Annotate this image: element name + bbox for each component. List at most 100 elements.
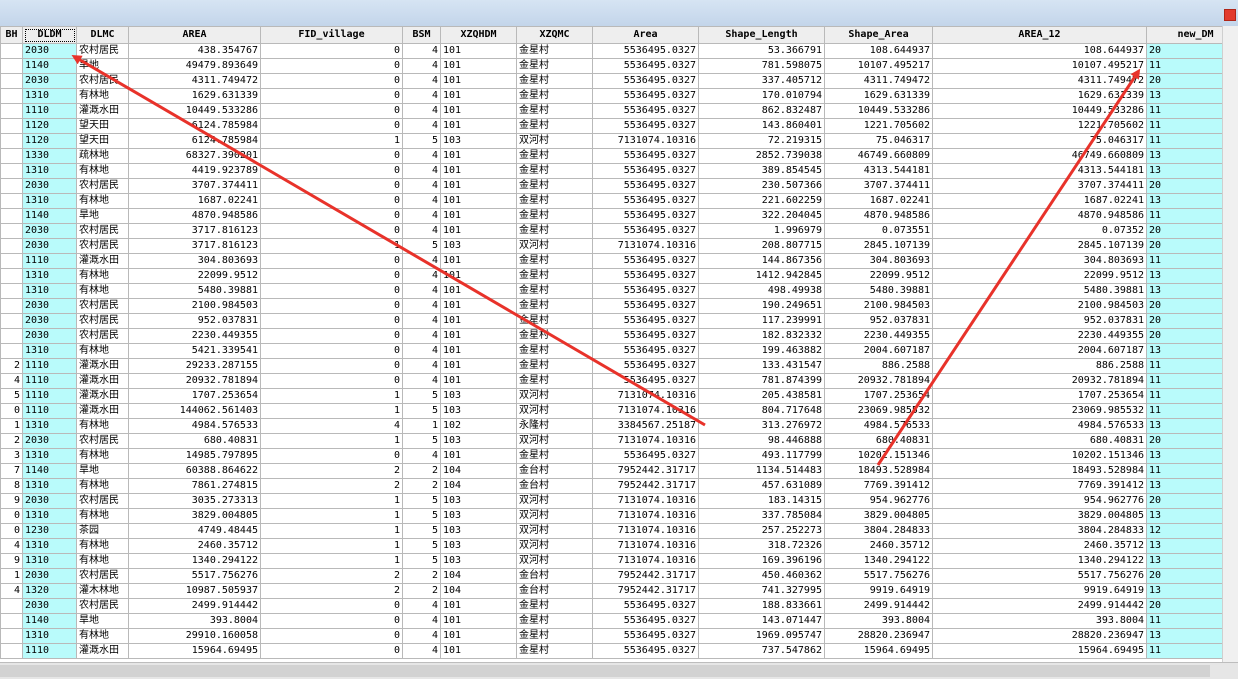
cell-fid-village[interactable]: 2 bbox=[261, 584, 403, 599]
cell-shape-area[interactable]: 4313.544181 bbox=[825, 164, 933, 179]
cell-fid-village[interactable]: 1 bbox=[261, 554, 403, 569]
cell-shape-length[interactable]: 257.252273 bbox=[699, 524, 825, 539]
cell-area-12[interactable]: 1687.02241 bbox=[933, 194, 1147, 209]
cell-dldm[interactable]: 2030 bbox=[23, 329, 77, 344]
cell-xzqhdm[interactable]: 103 bbox=[441, 389, 517, 404]
cell-shape-area[interactable]: 304.803693 bbox=[825, 254, 933, 269]
cell-xzqhdm[interactable]: 101 bbox=[441, 224, 517, 239]
cell-dldm[interactable]: 1110 bbox=[23, 104, 77, 119]
cell-area[interactable]: 5536495.0327 bbox=[593, 344, 699, 359]
cell-xzqhdm[interactable]: 101 bbox=[441, 194, 517, 209]
cell-dldm[interactable]: 1140 bbox=[23, 614, 77, 629]
table-row[interactable]: 01110灌溉水田144062.56140315103双河村7131074.10… bbox=[1, 404, 1238, 419]
cell-fid-village[interactable]: 1 bbox=[261, 239, 403, 254]
cell-xzqmc[interactable]: 金星村 bbox=[517, 299, 593, 314]
cell-bh[interactable]: 4 bbox=[1, 539, 23, 554]
cell-area[interactable]: 5517.756276 bbox=[129, 569, 261, 584]
cell-area[interactable]: 29910.160058 bbox=[129, 629, 261, 644]
cell-bsm[interactable]: 5 bbox=[403, 494, 441, 509]
cell-area[interactable]: 4984.576533 bbox=[129, 419, 261, 434]
cell-shape-length[interactable]: 182.832332 bbox=[699, 329, 825, 344]
column-header-area-12[interactable]: AREA_12 bbox=[933, 27, 1147, 44]
cell-dldm[interactable]: 2030 bbox=[23, 74, 77, 89]
table-row[interactable]: 1310有林地29910.16005804101金星村5536495.03271… bbox=[1, 629, 1238, 644]
cell-shape-area[interactable]: 0.073551 bbox=[825, 224, 933, 239]
cell-xzqhdm[interactable]: 104 bbox=[441, 569, 517, 584]
cell-xzqhdm[interactable]: 101 bbox=[441, 344, 517, 359]
cell-bh[interactable] bbox=[1, 164, 23, 179]
cell-xzqhdm[interactable]: 101 bbox=[441, 359, 517, 374]
cell-area-12[interactable]: 2460.35712 bbox=[933, 539, 1147, 554]
cell-area-12[interactable]: 2499.914442 bbox=[933, 599, 1147, 614]
cell-dlmc[interactable]: 农村居民 bbox=[77, 599, 129, 614]
cell-area-12[interactable]: 1629.631339 bbox=[933, 89, 1147, 104]
cell-dldm[interactable]: 1330 bbox=[23, 149, 77, 164]
cell-xzqhdm[interactable]: 101 bbox=[441, 59, 517, 74]
cell-bsm[interactable]: 5 bbox=[403, 134, 441, 149]
cell-dldm[interactable]: 1310 bbox=[23, 449, 77, 464]
cell-area[interactable]: 7131074.10316 bbox=[593, 524, 699, 539]
column-header-area[interactable]: AREA bbox=[129, 27, 261, 44]
cell-fid-village[interactable]: 2 bbox=[261, 464, 403, 479]
cell-bh[interactable] bbox=[1, 644, 23, 659]
cell-xzqmc[interactable]: 永隆村 bbox=[517, 419, 593, 434]
cell-shape-length[interactable]: 457.631089 bbox=[699, 479, 825, 494]
cell-fid-village[interactable]: 0 bbox=[261, 374, 403, 389]
cell-dlmc[interactable]: 农村居民 bbox=[77, 44, 129, 59]
cell-xzqmc[interactable]: 金星村 bbox=[517, 119, 593, 134]
cell-xzqmc[interactable]: 金星村 bbox=[517, 314, 593, 329]
cell-area-12[interactable]: 2845.107139 bbox=[933, 239, 1147, 254]
cell-area[interactable]: 304.803693 bbox=[129, 254, 261, 269]
cell-dlmc[interactable]: 灌溉水田 bbox=[77, 374, 129, 389]
table-row[interactable]: 2030农村居民952.03783104101金星村5536495.032711… bbox=[1, 314, 1238, 329]
cell-area-12[interactable]: 952.037831 bbox=[933, 314, 1147, 329]
cell-area[interactable]: 3384567.25187 bbox=[593, 419, 699, 434]
cell-bsm[interactable]: 4 bbox=[403, 74, 441, 89]
cell-dldm[interactable]: 1310 bbox=[23, 284, 77, 299]
cell-xzqhdm[interactable]: 101 bbox=[441, 644, 517, 659]
cell-area[interactable]: 4419.923789 bbox=[129, 164, 261, 179]
table-row[interactable]: 91310有林地1340.29412215103双河村7131074.10316… bbox=[1, 554, 1238, 569]
cell-shape-area[interactable]: 2100.984503 bbox=[825, 299, 933, 314]
cell-bsm[interactable]: 4 bbox=[403, 299, 441, 314]
cell-area[interactable]: 5536495.0327 bbox=[593, 614, 699, 629]
cell-area[interactable]: 5536495.0327 bbox=[593, 194, 699, 209]
cell-shape-area[interactable]: 2230.449355 bbox=[825, 329, 933, 344]
cell-bsm[interactable]: 1 bbox=[403, 419, 441, 434]
cell-shape-length[interactable]: 208.807715 bbox=[699, 239, 825, 254]
cell-area-12[interactable]: 1340.294122 bbox=[933, 554, 1147, 569]
cell-xzqmc[interactable]: 金台村 bbox=[517, 569, 593, 584]
table-row[interactable]: 1110灌溉水田304.80369304101金星村5536495.032714… bbox=[1, 254, 1238, 269]
cell-shape-length[interactable]: 741.327995 bbox=[699, 584, 825, 599]
cell-bsm[interactable]: 5 bbox=[403, 389, 441, 404]
cell-shape-area[interactable]: 46749.660809 bbox=[825, 149, 933, 164]
cell-shape-length[interactable]: 72.219315 bbox=[699, 134, 825, 149]
cell-shape-length[interactable]: 98.446888 bbox=[699, 434, 825, 449]
cell-area-12[interactable]: 2004.607187 bbox=[933, 344, 1147, 359]
cell-area[interactable]: 5536495.0327 bbox=[593, 224, 699, 239]
cell-area[interactable]: 10987.505937 bbox=[129, 584, 261, 599]
cell-dldm[interactable]: 1310 bbox=[23, 539, 77, 554]
cell-fid-village[interactable]: 0 bbox=[261, 599, 403, 614]
cell-bsm[interactable]: 2 bbox=[403, 584, 441, 599]
cell-dldm[interactable]: 2030 bbox=[23, 599, 77, 614]
cell-xzqhdm[interactable]: 101 bbox=[441, 209, 517, 224]
cell-dldm[interactable]: 1110 bbox=[23, 644, 77, 659]
cell-dlmc[interactable]: 有林地 bbox=[77, 164, 129, 179]
cell-area[interactable]: 20932.781894 bbox=[129, 374, 261, 389]
table-row[interactable]: 92030农村居民3035.27331315103双河村7131074.1031… bbox=[1, 494, 1238, 509]
cell-dldm[interactable]: 1320 bbox=[23, 584, 77, 599]
table-row[interactable]: 1310有林地4419.92378904101金星村5536495.032738… bbox=[1, 164, 1238, 179]
cell-bsm[interactable]: 4 bbox=[403, 614, 441, 629]
cell-bsm[interactable]: 4 bbox=[403, 179, 441, 194]
cell-area-12[interactable]: 304.803693 bbox=[933, 254, 1147, 269]
table-row[interactable]: 1140旱地393.800404101金星村5536495.0327143.07… bbox=[1, 614, 1238, 629]
cell-area-12[interactable]: 28820.236947 bbox=[933, 629, 1147, 644]
cell-area-12[interactable]: 75.046317 bbox=[933, 134, 1147, 149]
table-row[interactable]: 1140旱地49479.89364904101金星村5536495.032778… bbox=[1, 59, 1238, 74]
cell-dlmc[interactable]: 有林地 bbox=[77, 629, 129, 644]
cell-area[interactable]: 5536495.0327 bbox=[593, 449, 699, 464]
cell-shape-length[interactable]: 804.717648 bbox=[699, 404, 825, 419]
cell-bsm[interactable]: 4 bbox=[403, 209, 441, 224]
cell-shape-length[interactable]: 169.396196 bbox=[699, 554, 825, 569]
